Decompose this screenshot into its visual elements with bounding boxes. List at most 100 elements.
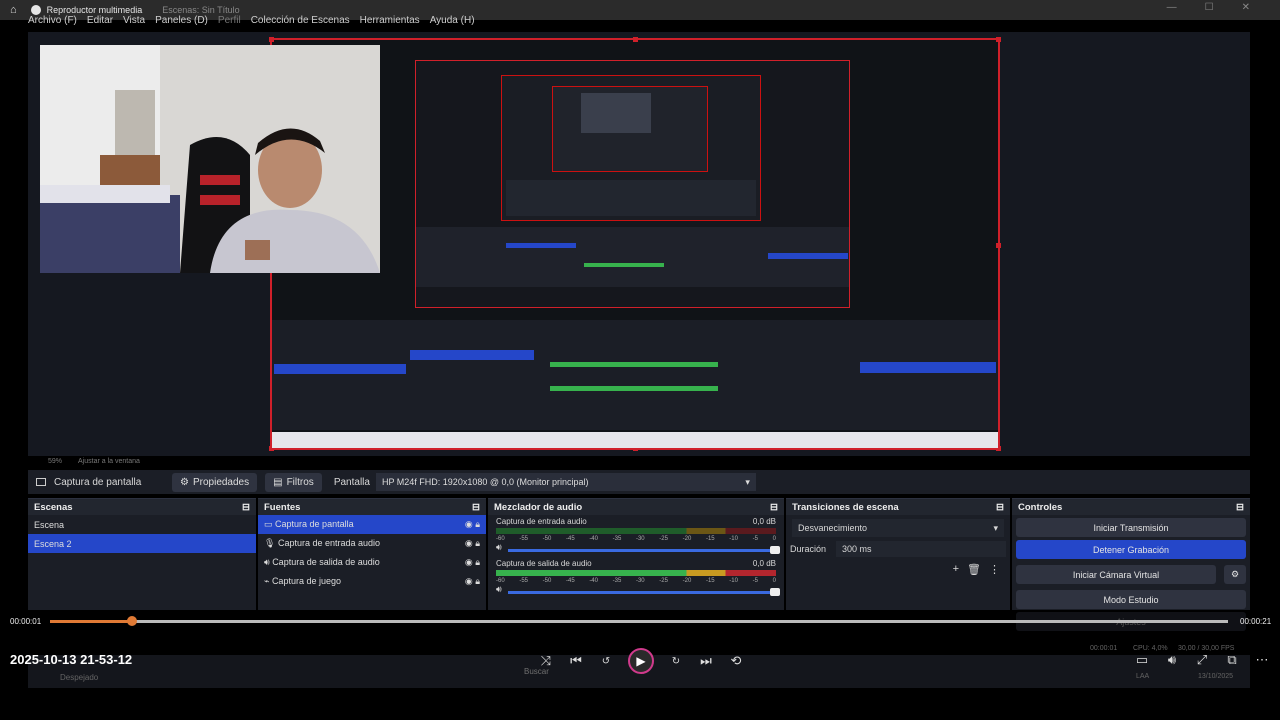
controls-title: Controles ⊟: [1012, 499, 1250, 515]
eye-icon[interactable]: ◉: [465, 557, 473, 567]
lock-icon[interactable]: 🔒︎: [475, 576, 480, 586]
chevron-down-icon: ▾: [993, 522, 998, 533]
volume-meter: [496, 570, 776, 576]
trash-icon[interactable]: 🗑︎: [967, 563, 981, 576]
filters-button[interactable]: ▤ Filtros: [265, 472, 322, 492]
source-item-selected[interactable]: ▭ Captura de pantalla ◉ 🔒︎: [258, 515, 486, 534]
sources-dock: Fuentes ⊟ ▭ Captura de pantalla ◉ 🔒︎ 🎙︎ C…: [258, 498, 486, 610]
monitor-icon: ▭: [264, 519, 273, 529]
duration-label: Duración: [790, 544, 827, 554]
preview-status-line: 59% Ajustar a la ventana: [28, 455, 1250, 467]
properties-button[interactable]: ⚙ Propiedades: [172, 472, 258, 492]
current-source-name: Captura de pantalla: [54, 476, 142, 488]
lock-icon[interactable]: 🔒︎: [475, 557, 480, 567]
rewind-10-icon[interactable]: ↺: [598, 653, 614, 669]
dock-menu-icon[interactable]: ⊟: [770, 502, 778, 513]
miniplayer-icon[interactable]: ⧉: [1224, 652, 1240, 668]
rec-time: 00:00:01: [1090, 645, 1118, 652]
shuffle-icon[interactable]: ⤨: [538, 653, 554, 669]
dock-menu-icon[interactable]: ⊟: [472, 502, 480, 513]
add-icon[interactable]: +: [953, 563, 959, 576]
speaker-icon[interactable]: 🔊︎: [496, 584, 502, 595]
gear-icon[interactable]: ⚙: [1224, 565, 1246, 584]
more-icon[interactable]: ⋯: [1254, 652, 1270, 668]
seek-progress: [50, 620, 133, 623]
eye-icon[interactable]: ◉: [465, 519, 473, 529]
display-capture-icon: [36, 478, 46, 486]
menu-ayuda[interactable]: Ayuda (H): [430, 15, 475, 31]
menu-vista[interactable]: Vista: [123, 15, 145, 31]
volume-meter: [496, 528, 776, 534]
scenes-title: Escenas ⊟: [28, 499, 256, 515]
fit-window-option[interactable]: Ajustar a la ventana: [78, 458, 140, 465]
scene-item-selected[interactable]: Escena 2: [28, 534, 256, 553]
volume-icon[interactable]: 🔊︎: [1164, 652, 1180, 668]
menu-paneles[interactable]: Paneles (D): [155, 15, 208, 31]
repeat-off-icon[interactable]: ⟲: [728, 653, 744, 669]
eye-icon[interactable]: ◉: [465, 576, 473, 586]
play-icon[interactable]: ▶: [628, 648, 654, 674]
duration-input[interactable]: 300 ms: [836, 541, 1006, 557]
webcam-overlay: [40, 45, 380, 273]
dock-menu-icon[interactable]: ⊟: [242, 502, 250, 513]
transition-select[interactable]: Desvanecimiento ▾: [792, 519, 1004, 537]
underlying-window-title: Escenas: Sin Título: [162, 5, 240, 15]
menu-coleccion[interactable]: Colección de Escenas: [251, 15, 350, 31]
mixer-title: Mezclador de audio ⊟: [488, 499, 784, 515]
lock-icon[interactable]: 🔒︎: [475, 519, 480, 529]
mixer-channel: Captura de entrada audio 0,0 dB -60 -55 -5…: [488, 515, 784, 555]
start-streaming-button[interactable]: Iniciar Transmisión: [1016, 518, 1246, 537]
source-item[interactable]: 🔊︎ Captura de salida de audio ◉ 🔒︎: [258, 553, 486, 572]
menu-archivo[interactable]: Archivo (F): [28, 15, 77, 31]
maximize-icon[interactable]: ☐: [1205, 2, 1214, 13]
cpu-usage: CPU: 4,0%: [1133, 645, 1168, 652]
seek-thumb[interactable]: [127, 616, 138, 626]
player-right-controls: ▭ 🔊︎ ⤢ ⧉ ⋯: [1134, 652, 1270, 668]
seek-bar[interactable]: [50, 616, 1228, 626]
minimize-icon[interactable]: —: [1167, 2, 1177, 13]
previous-icon[interactable]: ⏮︎: [568, 653, 584, 669]
forward-30-icon[interactable]: ↻: [668, 653, 684, 669]
dock-menu-icon[interactable]: ⊟: [996, 502, 1004, 513]
close-icon[interactable]: ✕: [1242, 2, 1250, 13]
studio-mode-button[interactable]: Modo Estudio: [1016, 590, 1246, 609]
gamepad-icon: ⌁: [264, 576, 270, 586]
gear-icon: ⚙: [180, 476, 189, 488]
transport-controls: ⤨ ⏮︎ ↺ ▶ ↻ ⏭︎ ⟲: [538, 648, 744, 674]
subtitles-icon[interactable]: ▭: [1134, 652, 1150, 668]
zoom-level: 59%: [48, 457, 63, 465]
stop-recording-button[interactable]: Detener Grabación: [1016, 540, 1246, 559]
menu-herramientas[interactable]: Herramientas: [360, 15, 420, 31]
virtual-camera-button[interactable]: Iniciar Cámara Virtual: [1016, 565, 1216, 584]
screen-label: Pantalla: [333, 476, 370, 488]
weather-status: Despejado: [60, 673, 99, 682]
app-logo-icon: [30, 5, 41, 15]
home-icon[interactable]: ⌂: [10, 4, 17, 16]
transitions-title: Transiciones de escena ⊟: [786, 499, 1010, 515]
volume-slider[interactable]: [507, 546, 780, 554]
chevron-down-icon: ▾: [745, 476, 750, 487]
taskbar-date: 13/10/2025: [1198, 673, 1234, 680]
volume-slider[interactable]: [507, 588, 780, 596]
speaker-icon[interactable]: 🔊︎: [496, 542, 502, 553]
media-filename: 2025-10-13 21-53-12: [10, 652, 133, 667]
eye-icon[interactable]: ◉: [465, 538, 473, 548]
lock-icon[interactable]: 🔒︎: [475, 538, 480, 548]
dock-menu-icon[interactable]: ⊟: [1236, 502, 1244, 513]
source-item[interactable]: 🎙︎ Captura de entrada audio ◉ 🔒︎: [258, 534, 486, 553]
fullscreen-icon[interactable]: ⤢: [1194, 652, 1210, 668]
controls-dock: Controles ⊟ Iniciar Transmisión Detener G…: [1012, 498, 1250, 631]
speaker-icon: 🔊︎: [264, 557, 270, 567]
more-vertical-icon[interactable]: ⋮: [989, 563, 1000, 576]
window-controls: — ☐ ✕: [1167, 2, 1250, 13]
mixer-channel: Captura de salida de audio 0,0 dB -60 -55…: [488, 555, 784, 599]
screen-select[interactable]: HP M24f FHD: 1920x1080 @ 0,0 (Monitor pr…: [375, 473, 756, 491]
scene-item[interactable]: Escena: [28, 515, 256, 534]
next-icon[interactable]: ⏭︎: [698, 653, 714, 669]
menu-editar[interactable]: Editar: [87, 15, 113, 31]
scenes-dock: Escenas ⊟ Escena Escena 2: [28, 498, 256, 610]
current-time: 00:00:01: [10, 617, 42, 626]
source-item[interactable]: ⌁ Captura de juego ◉ 🔒︎: [258, 572, 486, 591]
menu-perfil[interactable]: Perfil: [218, 15, 241, 31]
source-toolbar: Captura de pantalla ⚙ Propiedades ▤ Filt…: [28, 470, 1250, 494]
